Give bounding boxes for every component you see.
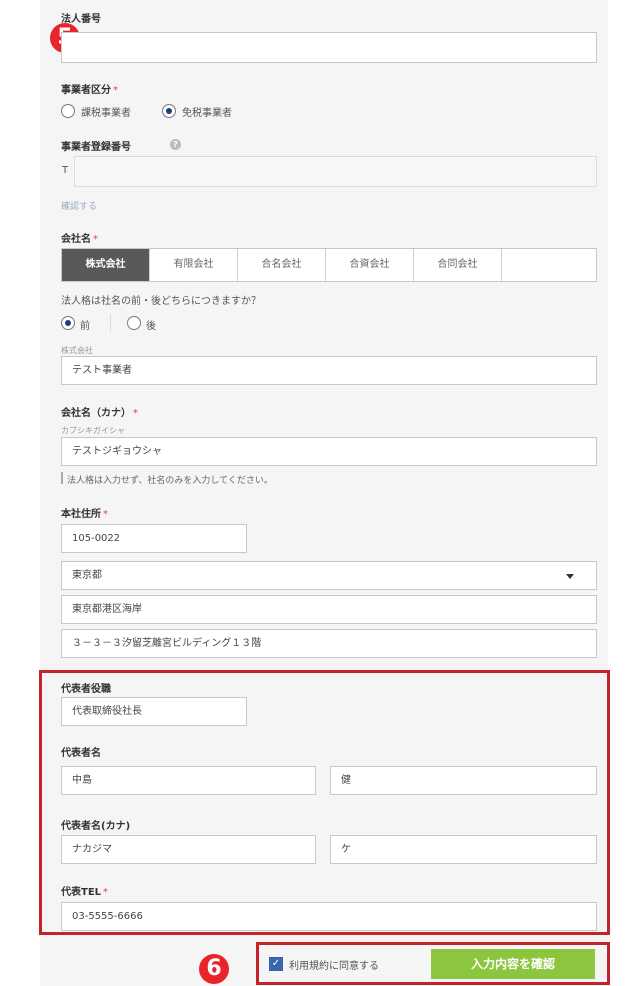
address-label: 本社住所 *	[61, 509, 108, 520]
rep-first-kana-input[interactable]: ケ	[330, 835, 597, 864]
company-type-yugen[interactable]: 有限会社	[150, 249, 238, 281]
terms-agree-checkbox[interactable]: ✓	[269, 957, 283, 971]
help-icon[interactable]: ?	[170, 139, 181, 150]
chevron-down-icon	[566, 574, 574, 579]
registration-number-label: 事業者登録番号	[61, 142, 131, 153]
position-before-radio[interactable]	[61, 316, 75, 330]
tax-exempt-business-label: 免税事業者	[182, 108, 232, 119]
rep-last-kana-input[interactable]: ナカジマ	[61, 835, 316, 864]
company-kana-placeholder: カブシキガイシャ	[61, 426, 125, 435]
corporate-number-input[interactable]	[61, 32, 597, 63]
tax-exempt-business-radio[interactable]	[162, 104, 176, 118]
company-type-gomei[interactable]: 合名会社	[238, 249, 326, 281]
company-type-goshi[interactable]: 合資会社	[326, 249, 414, 281]
rep-title-label: 代表者役職	[61, 684, 111, 695]
company-name-label: 会社名 *	[61, 234, 98, 245]
business-type-label: 事業者区分 *	[61, 85, 118, 96]
rep-title-input[interactable]: 代表取締役社長	[61, 697, 247, 726]
rep-tel-input[interactable]: 03-5555-6666	[61, 902, 597, 931]
rep-name-label: 代表者名	[61, 748, 101, 759]
prefecture-select[interactable]: 東京都	[61, 561, 597, 590]
company-name-input[interactable]: テスト事業者	[61, 356, 597, 385]
rep-kana-label: 代表者名(カナ)	[61, 821, 131, 832]
verify-link[interactable]: 確認する	[61, 199, 97, 212]
postal-code-input[interactable]: 105-0022	[61, 524, 247, 553]
city-address-input[interactable]: 東京都港区海岸	[61, 595, 597, 624]
taxable-business-radio[interactable]	[61, 104, 75, 118]
position-after-label: 後	[146, 321, 156, 332]
registration-number-input[interactable]	[74, 156, 597, 187]
company-kana-input[interactable]: テストジギョウシャ	[61, 437, 597, 466]
company-type-empty[interactable]	[502, 249, 596, 281]
company-prefix-preview: 株式会社	[61, 346, 93, 355]
company-type-kabushiki[interactable]: 株式会社	[62, 249, 150, 281]
company-type-selector[interactable]: 株式会社 有限会社 合名会社 合資会社 合同会社	[61, 248, 597, 282]
position-before-label: 前	[80, 321, 90, 332]
registration-prefix: T	[62, 165, 69, 176]
taxable-business-label: 課税事業者	[81, 108, 131, 119]
rep-last-name-input[interactable]: 中島	[61, 766, 316, 795]
company-kana-hint: 法人格は入力せず、社名のみを入力してください。	[67, 476, 273, 486]
rep-first-name-input[interactable]: 健	[330, 766, 597, 795]
building-address-input[interactable]: ３－３－３汐留芝離宮ビルディング１３階	[61, 629, 597, 658]
confirm-button[interactable]: 入力内容を確認	[431, 949, 595, 979]
position-after-radio[interactable]	[127, 316, 141, 330]
radio-divider	[110, 314, 111, 332]
company-kana-label: 会社名（カナ） *	[61, 408, 138, 419]
step-6-badge: 6	[199, 954, 229, 984]
hint-bar	[61, 472, 63, 484]
rep-tel-label: 代表TEL *	[61, 887, 109, 898]
company-type-godo[interactable]: 合同会社	[414, 249, 502, 281]
position-question: 法人格は社名の前・後どちらにつきますか？	[61, 296, 261, 307]
terms-agree-label[interactable]: 利用規約に同意する	[289, 957, 379, 972]
